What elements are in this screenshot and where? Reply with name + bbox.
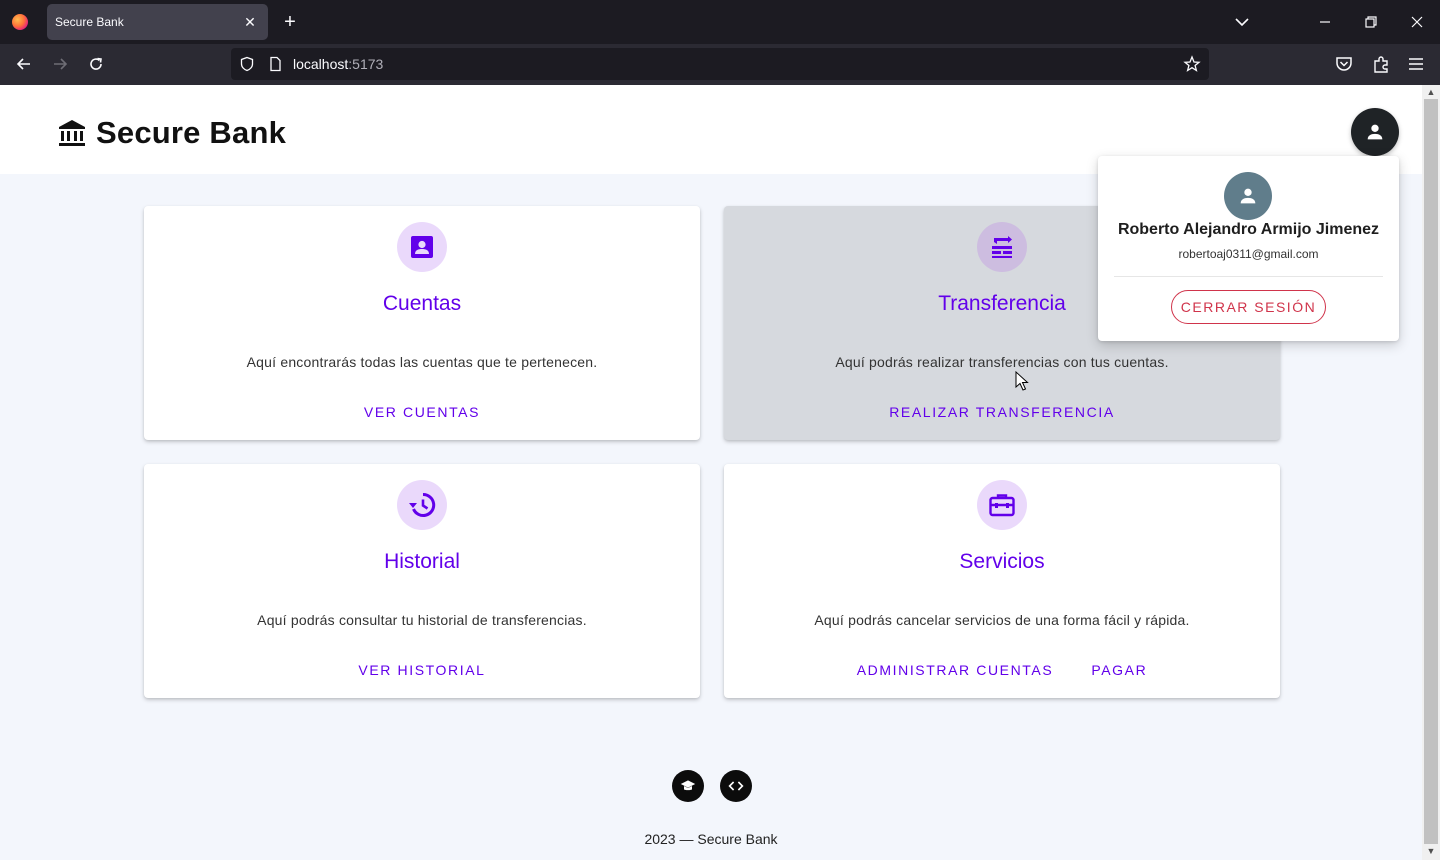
scroll-thumb[interactable] — [1424, 99, 1438, 844]
tracking-shield-icon[interactable] — [239, 56, 255, 72]
mouse-cursor-icon — [1015, 370, 1029, 391]
window-close-icon[interactable] — [1407, 12, 1427, 32]
profile-name: Roberto Alejandro Armijo Jimenez — [1117, 221, 1380, 238]
divider — [1114, 276, 1383, 277]
card-description: Aquí podrás cancelar servicios de una fo… — [814, 612, 1190, 628]
footer-links — [672, 770, 752, 802]
firefox-logo-icon — [12, 14, 28, 30]
url-bar[interactable]: localhost:5173 — [231, 48, 1209, 80]
logout-button[interactable]: CERRAR SESIÓN — [1171, 290, 1326, 324]
card-description: Aquí encontrarás todas las cuentas que t… — [246, 354, 598, 370]
profile-avatar-icon — [1224, 172, 1272, 220]
user-avatar-button[interactable] — [1351, 108, 1399, 156]
forward-arrow-icon[interactable] — [49, 53, 71, 75]
browser-tab-bar: Secure Bank ✕ + — [0, 0, 1440, 44]
reload-icon[interactable] — [85, 53, 107, 75]
bookmark-star-icon[interactable] — [1183, 55, 1201, 73]
tab-close-icon[interactable]: ✕ — [240, 12, 260, 32]
account-box-icon — [397, 222, 447, 272]
graduation-cap-icon[interactable] — [672, 770, 704, 802]
card-title: Cuentas — [382, 292, 462, 315]
card-description: Aquí podrás consultar tu historial de tr… — [257, 612, 587, 628]
scroll-down-arrow-icon[interactable]: ▼ — [1425, 846, 1437, 856]
transfer-icon — [977, 222, 1027, 272]
window-restore-icon[interactable] — [1361, 12, 1381, 32]
bank-icon — [59, 120, 85, 146]
card-servicios: Servicios Aquí podrás cancelar servicios… — [724, 464, 1280, 698]
toolbox-icon — [977, 480, 1027, 530]
extensions-puzzle-icon[interactable] — [1370, 53, 1392, 75]
tab-list-chevron-icon[interactable] — [1232, 12, 1252, 32]
page-info-icon[interactable] — [267, 56, 283, 72]
history-icon — [397, 480, 447, 530]
card-description: Aquí podrás realizar transferencias con … — [835, 354, 1169, 370]
browser-tab[interactable]: Secure Bank ✕ — [47, 4, 268, 40]
ver-historial-button[interactable]: VER HISTORIAL — [358, 662, 485, 678]
scroll-up-arrow-icon[interactable]: ▲ — [1425, 87, 1437, 97]
back-arrow-icon[interactable] — [13, 53, 35, 75]
new-tab-icon[interactable]: + — [279, 11, 301, 33]
pagar-button[interactable]: PAGAR — [1091, 662, 1147, 678]
hamburger-menu-icon[interactable] — [1405, 53, 1427, 75]
brand[interactable]: Secure Bank — [58, 115, 286, 151]
url-text[interactable]: localhost:5173 — [293, 56, 383, 72]
card-cuentas: Cuentas Aquí encontrarás todas las cuent… — [144, 206, 700, 440]
footer-copyright: 2023 — Secure Bank — [644, 831, 778, 847]
page-scrollbar[interactable]: ▲ ▼ — [1422, 85, 1440, 860]
pocket-icon[interactable] — [1333, 53, 1355, 75]
card-historial: Historial Aquí podrás consultar tu histo… — [144, 464, 700, 698]
window-minimize-icon[interactable] — [1315, 12, 1335, 32]
person-icon — [1367, 124, 1383, 140]
card-title: Servicios — [959, 550, 1045, 573]
browser-nav-bar: localhost:5173 — [0, 44, 1440, 85]
profile-email: robertoaj0311@gmail.com — [1178, 247, 1319, 261]
ver-cuentas-button[interactable]: VER CUENTAS — [364, 404, 480, 420]
tab-title: Secure Bank — [55, 15, 124, 29]
administrar-cuentas-button[interactable]: ADMINISTRAR CUENTAS — [857, 662, 1054, 678]
realizar-transferencia-button[interactable]: REALIZAR TRANSFERENCIA — [889, 404, 1115, 420]
profile-popover: Roberto Alejandro Armijo Jimenez roberto… — [1098, 156, 1399, 341]
page-content: Secure Bank Cuentas Aquí encontrarás tod… — [0, 85, 1422, 860]
app-title: Secure Bank — [96, 115, 287, 150]
card-title: Historial — [384, 550, 460, 573]
code-brackets-icon[interactable] — [720, 770, 752, 802]
